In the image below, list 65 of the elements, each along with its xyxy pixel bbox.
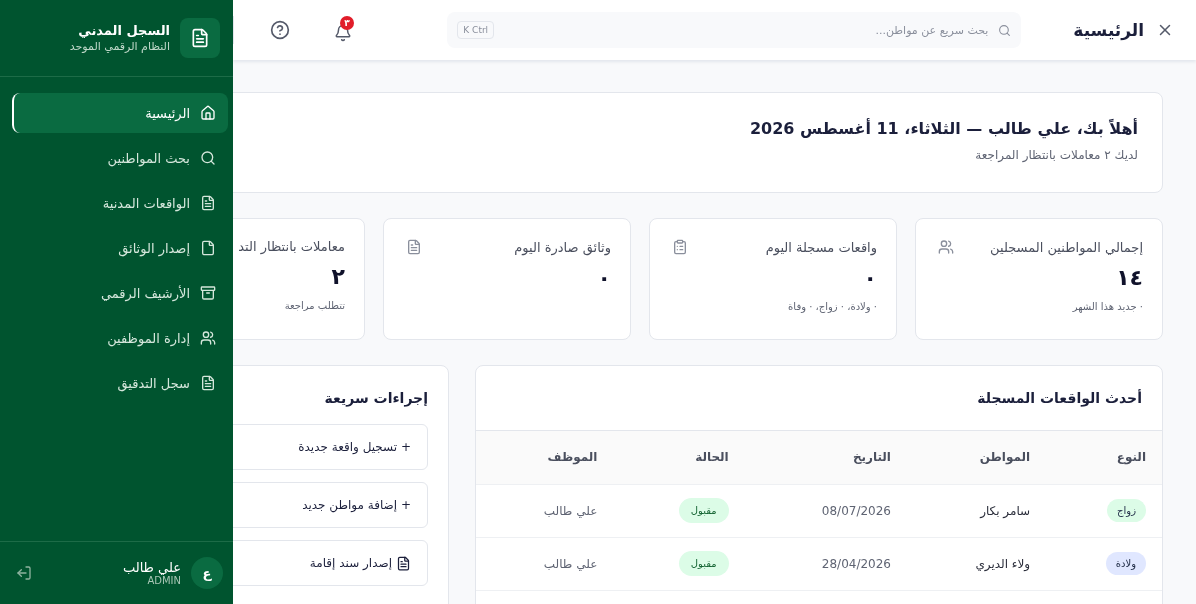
table-cell: 08/07/2026 — [744, 484, 907, 537]
archive-icon — [200, 285, 216, 301]
action-button[interactable]: إصدار سند إقامة — [233, 540, 428, 586]
app-subtitle: النظام الرقمي الموحد — [69, 40, 170, 53]
search-icon — [200, 150, 216, 166]
status-tag: مقبول — [678, 551, 729, 576]
logout-icon[interactable] — [16, 565, 32, 581]
quick-actions-title: إجراءات سريعة — [323, 390, 428, 406]
logo-icon — [180, 18, 220, 58]
user-avatar: ع — [191, 557, 223, 589]
file-icon — [200, 240, 216, 256]
nav-item[interactable]: الرئيسية — [12, 93, 228, 133]
home-icon — [200, 105, 216, 121]
document-icon — [200, 195, 216, 211]
status-tag: مقبول — [678, 498, 729, 523]
user-name: علي طالب — [122, 560, 181, 575]
stat-title: إجمالي المواطنين المسجلين — [990, 239, 1143, 255]
app-title: السجل المدني — [77, 23, 170, 38]
table-cell: 28/04/2026 — [744, 537, 907, 590]
stat-value: ٠ — [596, 265, 611, 292]
search-icon — [998, 23, 1012, 37]
table-cell: علي طالب — [476, 484, 614, 537]
user-role: ADMIN — [146, 575, 181, 586]
action-button[interactable]: + تسجيل واقعة جديدة — [233, 424, 428, 470]
welcome-title: أهلاً بك، علي طالب — الثلاثاء، 11 أغسطس 2026 — [748, 119, 1138, 138]
welcome-subtitle: لديك ٢ معاملات بانتظار المراجعة — [974, 148, 1138, 162]
users-icon — [938, 239, 954, 255]
stat-value: ٠ — [862, 265, 877, 292]
table-cell: علي طالب — [476, 537, 614, 590]
nav-item[interactable]: إدارة الموظفين — [12, 318, 228, 358]
shortcut-hint: K Ctrl — [457, 21, 495, 39]
document-icon — [200, 375, 216, 391]
column-header: المواطن — [907, 431, 1047, 484]
nav-item[interactable]: الأرشيف الرقمي — [12, 273, 228, 313]
stat-note: · ولادة، · زواج، · وفاة — [787, 301, 877, 312]
stat-note: · جديد هذا الشهر — [1071, 301, 1143, 312]
notification-button[interactable]: ٣ — [328, 16, 354, 44]
nav-item[interactable]: الواقعات المدنية — [12, 183, 228, 223]
page-title: الرئيسية — [1073, 20, 1144, 40]
nav-item[interactable]: سجل التدقيق — [12, 363, 228, 403]
stat-value: ١٤ — [1115, 265, 1143, 292]
help-icon[interactable] — [270, 20, 290, 40]
search-input[interactable]: بحث سريع عن مواطن... — [502, 22, 991, 38]
table-cell: ولاء الديري — [907, 537, 1047, 590]
stat-note: تتطلب مراجعة — [283, 300, 345, 311]
document-icon — [396, 555, 411, 571]
type-tag: ولادة — [1105, 552, 1146, 575]
nav-item[interactable]: بحث المواطنين — [12, 138, 228, 178]
nav-item[interactable]: إصدار الوثائق — [12, 228, 228, 268]
stat-value: ٢ — [330, 264, 345, 291]
column-header: الحالة — [613, 431, 745, 484]
clipboard-icon — [672, 239, 688, 255]
table-cell: سامر بكار — [907, 484, 1047, 537]
users-icon — [200, 330, 216, 346]
document-icon — [406, 239, 422, 255]
column-header: النوع — [1046, 431, 1162, 484]
stat-title: واقعات مسجلة اليوم — [765, 239, 877, 255]
bell-icon — [334, 24, 352, 42]
stat-title: معاملات بانتظار التد — [238, 239, 345, 254]
stat-title: وثائق صادرة اليوم — [514, 239, 611, 255]
action-button[interactable]: + إضافة مواطن جديد — [233, 482, 428, 528]
notification-count: ٣ — [340, 16, 354, 30]
type-tag: زواج — [1107, 499, 1146, 522]
column-header: الموظف — [476, 431, 614, 484]
column-header: التاريخ — [744, 431, 907, 484]
